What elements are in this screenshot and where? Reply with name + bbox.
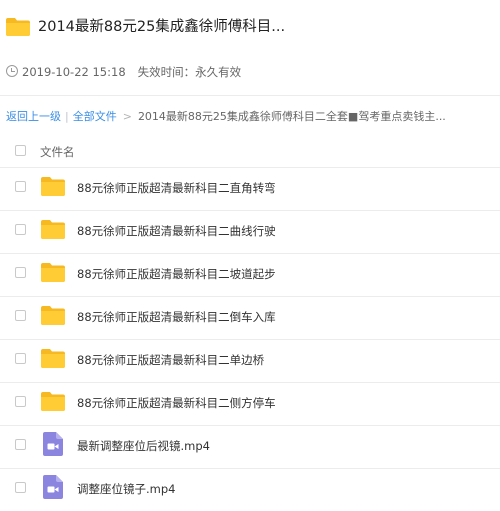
folder-icon — [41, 220, 65, 239]
share-meta: 2019-10-22 15:18 失效时间：永久有效 — [6, 64, 241, 80]
share-title: 2014最新88元25集成鑫徐师傅科目... — [38, 19, 286, 35]
row-checkbox[interactable] — [15, 482, 26, 493]
row-checkbox[interactable] — [15, 224, 26, 235]
file-name[interactable]: 88元徐师正版超清最新科目二曲线行驶 — [77, 223, 276, 239]
file-list-header: 文件名 — [0, 137, 500, 167]
file-row[interactable]: 88元徐师正版超清最新科目二坡道起步 — [0, 253, 500, 296]
row-checkbox[interactable] — [15, 353, 26, 364]
row-checkbox[interactable] — [15, 181, 26, 192]
breadcrumb-arrow: > — [122, 110, 132, 123]
folder-icon — [41, 177, 65, 196]
file-name[interactable]: 88元徐师正版超清最新科目二坡道起步 — [77, 266, 276, 282]
file-name[interactable]: 调整座位镜子.mp4 — [77, 481, 175, 497]
filename-column-header: 文件名 — [40, 145, 75, 159]
share-date: 2019-10-22 15:18 — [22, 65, 126, 79]
file-name[interactable]: 88元徐师正版超清最新科目二直角转弯 — [77, 180, 276, 196]
share-title-row: 2014最新88元25集成鑫徐师傅科目... — [0, 0, 500, 56]
file-row[interactable]: 调整座位镜子.mp4 — [0, 468, 500, 511]
select-all-checkbox[interactable] — [15, 145, 26, 156]
breadcrumb: 返回上一级 | 全部文件 >2014最新88元25集成鑫徐师傅科目二全套■驾考重点卖钱… — [6, 108, 446, 124]
clock-icon — [6, 65, 18, 77]
folder-icon — [41, 392, 65, 411]
file-row[interactable]: 最新调整座位后视镜.mp4 — [0, 425, 500, 468]
row-checkbox[interactable] — [15, 267, 26, 278]
folder-icon — [41, 349, 65, 368]
row-checkbox[interactable] — [15, 310, 26, 321]
file-row[interactable]: 88元徐师正版超清最新科目二单边桥 — [0, 339, 500, 382]
breadcrumb-separator: | — [65, 110, 69, 123]
folder-icon — [6, 18, 30, 36]
video-file-icon — [43, 432, 63, 456]
file-name[interactable]: 88元徐师正版超清最新科目二侧方停车 — [77, 395, 276, 411]
row-checkbox[interactable] — [15, 439, 26, 450]
file-row[interactable]: 88元徐师正版超清最新科目二侧方停车 — [0, 382, 500, 425]
row-checkbox[interactable] — [15, 396, 26, 407]
file-name[interactable]: 88元徐师正版超清最新科目二倒车入库 — [77, 309, 276, 325]
file-name[interactable]: 88元徐师正版超清最新科目二单边桥 — [77, 352, 264, 368]
expiry-text: 失效时间：永久有效 — [137, 65, 242, 79]
file-row[interactable]: 88元徐师正版超清最新科目二倒车入库 — [0, 296, 500, 339]
breadcrumb-current: 2014最新88元25集成鑫徐师傅科目二全套■驾考重点卖钱主... — [137, 110, 446, 123]
video-file-icon — [43, 475, 63, 499]
file-row[interactable]: 88元徐师正版超清最新科目二曲线行驶 — [0, 210, 500, 253]
file-name[interactable]: 最新调整座位后视镜.mp4 — [77, 438, 210, 454]
all-files-link[interactable]: 全部文件 — [73, 110, 117, 123]
folder-icon — [41, 306, 65, 325]
back-link[interactable]: 返回上一级 — [6, 110, 61, 123]
file-row[interactable]: 88元徐师正版超清最新科目二直角转弯 — [0, 167, 500, 210]
divider — [0, 95, 500, 96]
share-page: 2014最新88元25集成鑫徐师傅科目... 2019-10-22 15:18 失… — [0, 0, 500, 500]
folder-icon — [41, 263, 65, 282]
